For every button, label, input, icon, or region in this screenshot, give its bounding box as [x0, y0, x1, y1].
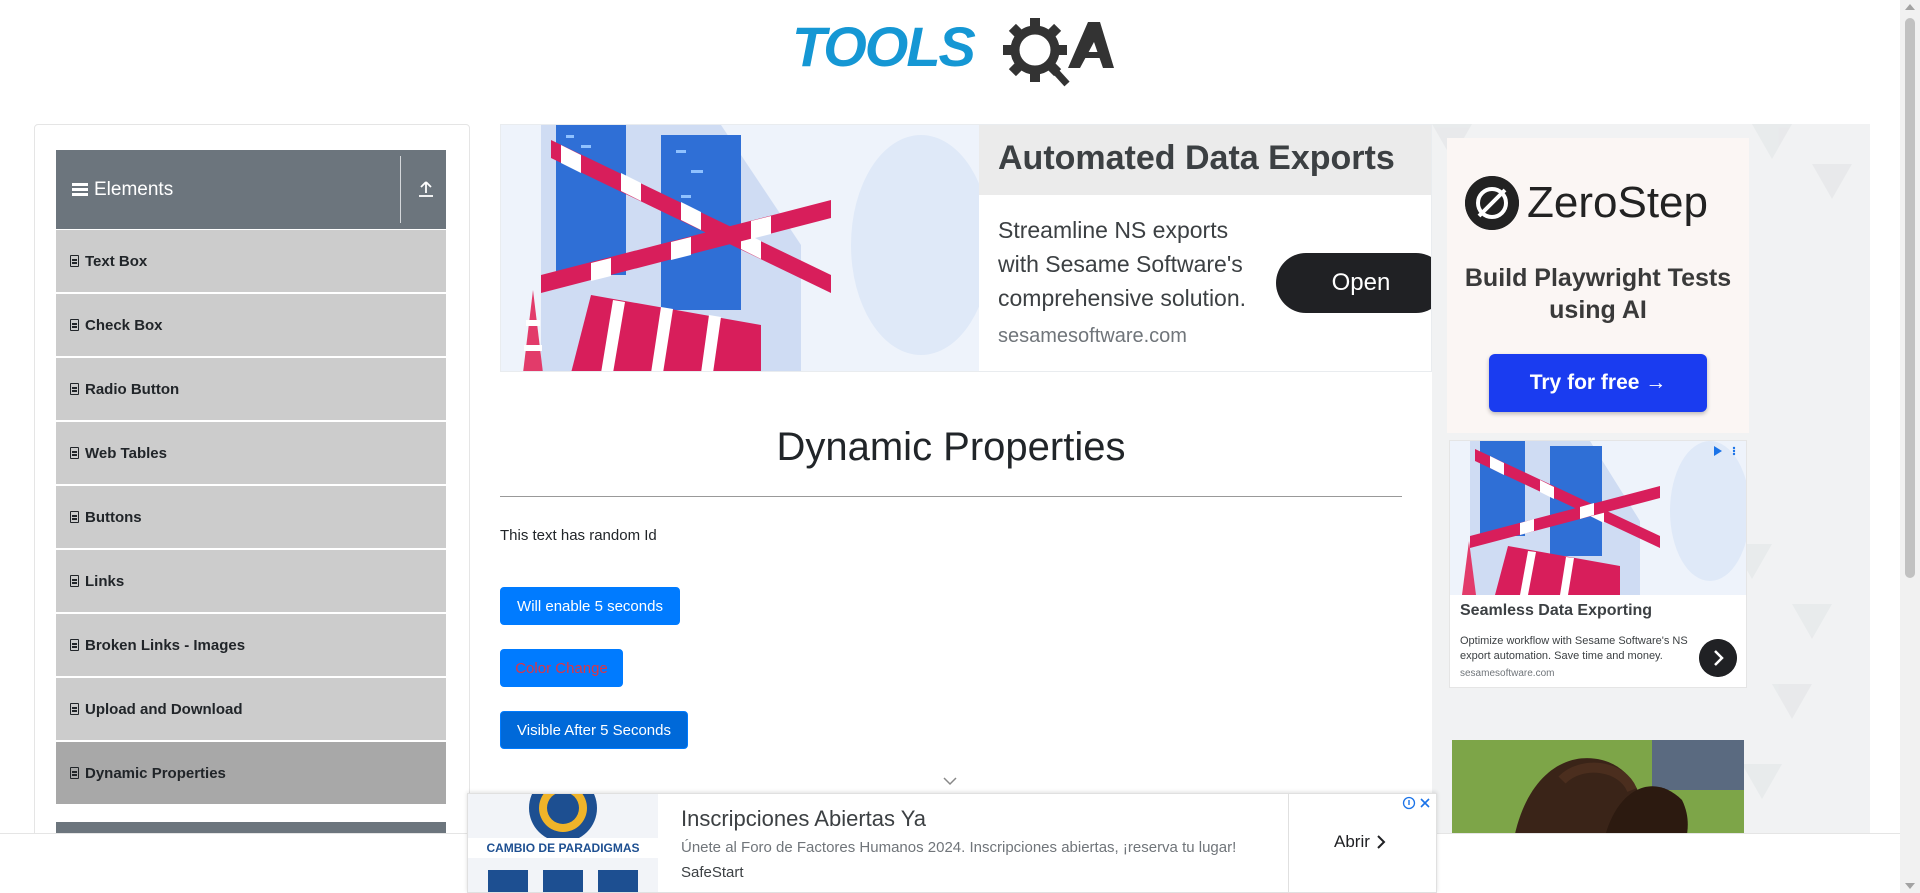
- abrir-label: Abrir: [1334, 832, 1370, 851]
- site-header: TOOLS: [0, 0, 1900, 110]
- visible-after-button[interactable]: Visible After 5 Seconds: [500, 711, 688, 749]
- document-icon: [70, 447, 79, 459]
- bottom-ad-description: Únete al Foro de Factores Humanos 2024. …: [681, 839, 1237, 856]
- adchoices-close-icon[interactable]: [1402, 796, 1432, 810]
- menu-item-dynamic-properties[interactable]: Dynamic Properties: [56, 742, 446, 804]
- zerostep-logo-icon: [1465, 176, 1519, 230]
- menu-item-label: Check Box: [85, 316, 163, 334]
- menu-item-label: Buttons: [85, 508, 142, 526]
- bottom-ad-advertiser: SafeStart: [681, 864, 744, 881]
- try-for-free-button[interactable]: Try for free →: [1489, 354, 1707, 412]
- menu-item-label: Broken Links - Images: [85, 636, 246, 654]
- header-divider: [400, 156, 401, 223]
- color-change-button[interactable]: Color Change: [500, 649, 623, 687]
- banner-ad[interactable]: Automated Data Exports Streamline NS exp…: [500, 124, 1432, 372]
- sesame-ad[interactable]: Seamless Data Exporting Optimize workflo…: [1449, 440, 1747, 688]
- document-icon: [70, 255, 79, 267]
- enable-after-button[interactable]: Will enable 5 seconds: [500, 587, 680, 625]
- menu-item-label: Web Tables: [85, 444, 167, 462]
- toolsqa-logo[interactable]: TOOLS: [792, 14, 1114, 90]
- document-icon: [70, 639, 79, 651]
- left-panel: Elements Text Box Check Box Radio Button…: [34, 124, 470, 884]
- hamburger-icon: [72, 183, 88, 196]
- elements-menu: Text Box Check Box Radio Button Web Tabl…: [56, 230, 446, 806]
- sesame-ad-title[interactable]: Seamless Data Exporting: [1460, 602, 1652, 620]
- group-title: Elements: [94, 178, 174, 200]
- scroll-up-icon[interactable]: [1905, 4, 1915, 10]
- menu-item-check-box[interactable]: Check Box: [56, 294, 446, 356]
- chevron-right-icon: [1377, 835, 1386, 849]
- menu-item-label: Dynamic Properties: [85, 764, 226, 782]
- scroll-down-icon[interactable]: [1905, 883, 1915, 889]
- bottom-ad-graphic: CAMBIO DE PARADIGMAS: [468, 794, 658, 892]
- svg-text:TOOLS: TOOLS: [792, 15, 976, 78]
- document-icon: [70, 383, 79, 395]
- zerostep-brand: ZeroStep: [1527, 178, 1708, 227]
- sesame-ad-illustration: [1450, 441, 1746, 595]
- menu-item-broken-links[interactable]: Broken Links - Images: [56, 614, 446, 676]
- page-scrollbar[interactable]: [1900, 0, 1920, 893]
- menu-item-radio-button[interactable]: Radio Button: [56, 358, 446, 420]
- banner-ad-description: Streamline NS exports with Sesame Softwa…: [998, 217, 1247, 311]
- menu-item-label: Upload and Download: [85, 700, 243, 718]
- bottom-anchor-ad[interactable]: CAMBIO DE PARADIGMAS Inscripciones Abier…: [467, 793, 1437, 893]
- chevron-right-icon[interactable]: [1699, 639, 1737, 677]
- menu-item-label: Radio Button: [85, 380, 180, 398]
- random-id-text: This text has random Id: [500, 527, 657, 544]
- collapse-arrow-icon[interactable]: [418, 180, 434, 198]
- bottom-ad-image: CAMBIO DE PARADIGMAS: [468, 794, 658, 892]
- banner-ad-title[interactable]: Automated Data Exports: [998, 139, 1395, 178]
- document-icon: [70, 511, 79, 523]
- bottom-ad-image-text: CAMBIO DE PARADIGMAS: [486, 841, 639, 855]
- bottom-ad-divider: [1288, 794, 1289, 892]
- bottom-ad-title[interactable]: Inscripciones Abiertas Ya: [681, 806, 926, 832]
- menu-item-buttons[interactable]: Buttons: [56, 486, 446, 548]
- zerostep-ad[interactable]: ZeroStep Build Playwright Tests using AI…: [1447, 138, 1749, 433]
- banner-ad-domain: sesamesoftware.com: [998, 325, 1187, 347]
- abrir-button[interactable]: Abrir: [1334, 832, 1386, 852]
- banner-open-button[interactable]: Open: [1276, 253, 1431, 313]
- menu-item-label: Links: [85, 572, 125, 590]
- menu-item-upload-download[interactable]: Upload and Download: [56, 678, 446, 740]
- scroll-thumb[interactable]: [1905, 18, 1915, 578]
- adchoices-icon[interactable]: [1712, 445, 1740, 457]
- menu-item-links[interactable]: Links: [56, 550, 446, 612]
- document-icon: [70, 319, 79, 331]
- document-icon: [70, 575, 79, 587]
- page-title: Dynamic Properties: [776, 425, 1126, 469]
- menu-item-label: Text Box: [85, 252, 148, 270]
- menu-item-text-box[interactable]: Text Box: [56, 230, 446, 292]
- banner-illustration: [501, 125, 979, 371]
- document-icon: [70, 767, 79, 779]
- sesame-ad-description: Optimize workflow with Sesame Software's…: [1460, 635, 1688, 662]
- sesame-ad-domain: sesamesoftware.com: [1460, 668, 1555, 679]
- document-icon: [70, 703, 79, 715]
- zerostep-tagline: Build Playwright Tests using AI: [1464, 264, 1732, 324]
- menu-item-web-tables[interactable]: Web Tables: [56, 422, 446, 484]
- elements-group-header[interactable]: Elements: [56, 150, 446, 229]
- title-divider: [500, 496, 1402, 497]
- chevron-down-icon[interactable]: [943, 776, 957, 786]
